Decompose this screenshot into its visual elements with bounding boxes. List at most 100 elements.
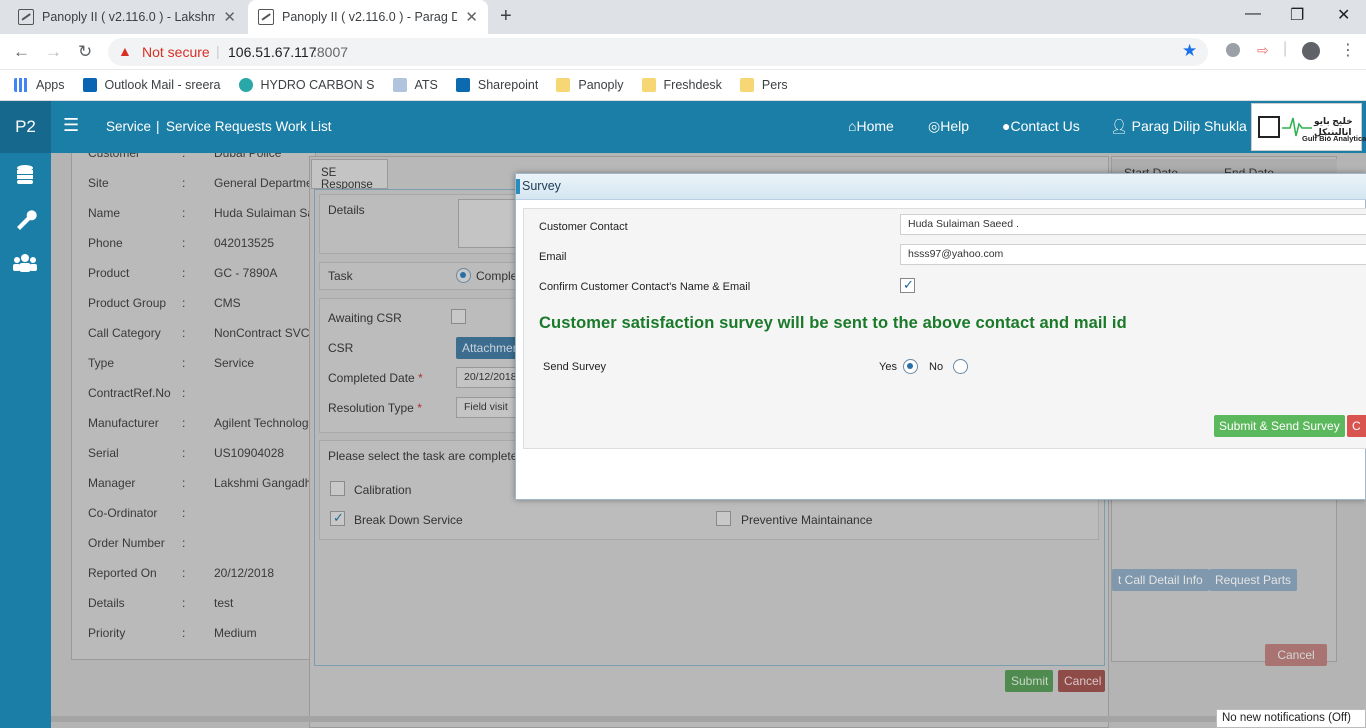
restore-button[interactable]: ❐ [1290,5,1304,25]
detail-label: Product [88,266,130,280]
request-parts-button[interactable]: Request Parts [1209,569,1298,591]
user-name: Parag Dilip Shukla [1131,118,1247,134]
url-divider: | [216,43,220,59]
bookmark-star-icon[interactable]: ★ [1182,41,1197,61]
detail-colon: : [182,596,186,610]
survey-dialog-title[interactable]: Survey [516,174,1366,200]
detail-colon: : [182,506,186,520]
sidebar [0,153,51,728]
new-tab-button[interactable]: + [500,5,512,28]
horizontal-scrollbar[interactable] [51,716,1366,722]
detail-label: Manufacturer [88,416,159,430]
forward-arrow-icon[interactable]: → [45,42,62,62]
detail-row: Site: General Department [88,176,314,196]
bookmark-panoply[interactable]: Panoply [556,78,624,92]
detail-value [214,536,314,556]
se-cancel-button[interactable]: Cancel [1058,670,1105,692]
preventive-maintainance-checkbox[interactable] [716,511,731,526]
detail-value [214,506,314,526]
brand-logo[interactable]: P2 [0,101,51,153]
detail-label: Manager [88,476,136,490]
cast-icon[interactable]: ⇨ [1257,42,1269,59]
folder-icon [739,78,754,92]
users-icon[interactable] [13,251,39,275]
help-link[interactable]: ◎Help [928,118,969,135]
security-warning[interactable]: Not secure [142,44,210,60]
call-detail-info-button[interactable]: t Call Detail Info [1112,569,1209,591]
browser-toolbar: ← → ↻ ▲ Not secure | 106.51.67.117 :8007… [0,34,1366,70]
minimize-button[interactable]: — [1245,5,1261,23]
tab-title: Panoply II ( v2.116.0 ) - Parag Dili [282,10,458,24]
bookmark-apps[interactable]: Apps [14,78,65,92]
detail-row: Call Category: NonContract SVC [88,326,314,346]
extension-icon[interactable] [1226,43,1240,57]
se-response-tab[interactable]: SE Response [311,159,388,191]
warning-icon: ▲ [118,43,132,59]
detail-value: GC - 7890A [214,266,278,280]
close-tab-icon[interactable]: ✕ [465,8,478,26]
browser-tab-bar: Panoply II ( v2.116.0 ) - Lakshmi G ✕ Pa… [0,0,1366,34]
bookmark-freshdesk[interactable]: Freshdesk [641,78,722,92]
right-cancel-button[interactable]: Cancel [1265,644,1327,666]
email-input[interactable]: hsss97@yahoo.com [900,244,1366,265]
home-link[interactable]: ⌂Home [848,118,894,134]
detail-label: Priority [88,626,126,640]
task-completed-radio[interactable] [456,268,471,283]
detail-label: Serial [88,446,119,460]
detail-value: General Department [214,176,314,190]
send-survey-yes-radio[interactable] [903,359,918,374]
detail-value: Dubai Police [214,153,282,160]
apps-grid-icon [14,78,28,92]
company-logo: خليج بايو انالينيكل Gulf Bio Analytical [1251,103,1366,151]
menu-kebab-icon[interactable]: ⋮ [1340,40,1356,60]
detail-colon: : [182,416,186,430]
email-label: Email [539,251,567,263]
detail-row: Phone: 042013525 [88,236,314,256]
detail-label: Type [88,356,115,370]
breakdown-service-checkbox[interactable] [330,510,345,526]
bookmark-sharepoint[interactable]: Sharepoint [455,78,538,92]
bookmark-label: Pers [761,78,788,92]
send-survey-no-radio[interactable] [953,359,968,374]
bookmarks-bar: Apps Outlook Mail - sreera HYDRO CARBON … [0,70,1366,101]
bookmark-ats[interactable]: ATS [392,78,438,92]
folder-icon [556,78,571,92]
browser-tab-1[interactable]: Panoply II ( v2.116.0 ) - Lakshmi G ✕ [8,0,246,34]
hamburger-menu-icon[interactable]: ☰ [63,115,79,136]
user-icon: 👤︎ [1110,118,1128,134]
detail-row: Product: GC - 7890A [88,266,314,286]
bookmark-hydrocarbon[interactable]: HYDRO CARBON SOL [238,78,375,92]
contact-us-link[interactable]: ●Contact Us [1002,118,1080,134]
database-icon[interactable] [13,163,39,187]
calibration-checkbox[interactable] [330,481,345,496]
se-submit-button[interactable]: Submit [1005,670,1053,692]
browser-tab-2[interactable]: Panoply II ( v2.116.0 ) - Parag Dili ✕ [248,0,488,34]
bookmark-outlook[interactable]: Outlook Mail - sreera [82,78,221,92]
detail-value: NonContract SVC [214,326,310,340]
bookmark-label: Freshdesk [663,78,722,92]
customer-contact-input[interactable]: Huda Sulaiman Saeed . [900,214,1366,235]
user-menu[interactable]: 👤︎ Parag Dilip Shukla [1110,118,1247,135]
detail-label: Co-Ordinator [88,506,158,520]
toolbar-divider: | [1283,40,1288,57]
back-arrow-icon[interactable]: ← [13,42,30,62]
close-tab-icon[interactable]: ✕ [223,8,236,26]
detail-row: Co-Ordinator: [88,506,314,526]
submit-send-survey-button[interactable]: Submit & Send Survey [1214,415,1345,437]
wrench-icon[interactable] [13,207,39,231]
breadcrumb-section[interactable]: Service [106,119,151,134]
detail-row: Serial: US10904028 [88,446,314,466]
bookmark-pers[interactable]: Pers [739,78,788,92]
confirm-contact-checkbox[interactable] [900,277,915,293]
close-window-button[interactable]: ✕ [1337,5,1350,25]
awaiting-csr-checkbox[interactable] [451,309,466,324]
panoply-favicon-icon [18,9,34,25]
reload-icon[interactable]: ↻ [78,42,92,62]
logo-mark-icon [1258,116,1280,138]
address-bar[interactable]: ▲ Not secure | 106.51.67.117 :8007 ★ [108,38,1208,66]
help-label: Help [940,118,970,134]
profile-avatar-icon[interactable] [1302,42,1320,60]
detail-colon: : [182,476,186,490]
survey-cancel-button[interactable]: C [1347,415,1366,437]
send-survey-yes-label: Yes [879,361,897,373]
